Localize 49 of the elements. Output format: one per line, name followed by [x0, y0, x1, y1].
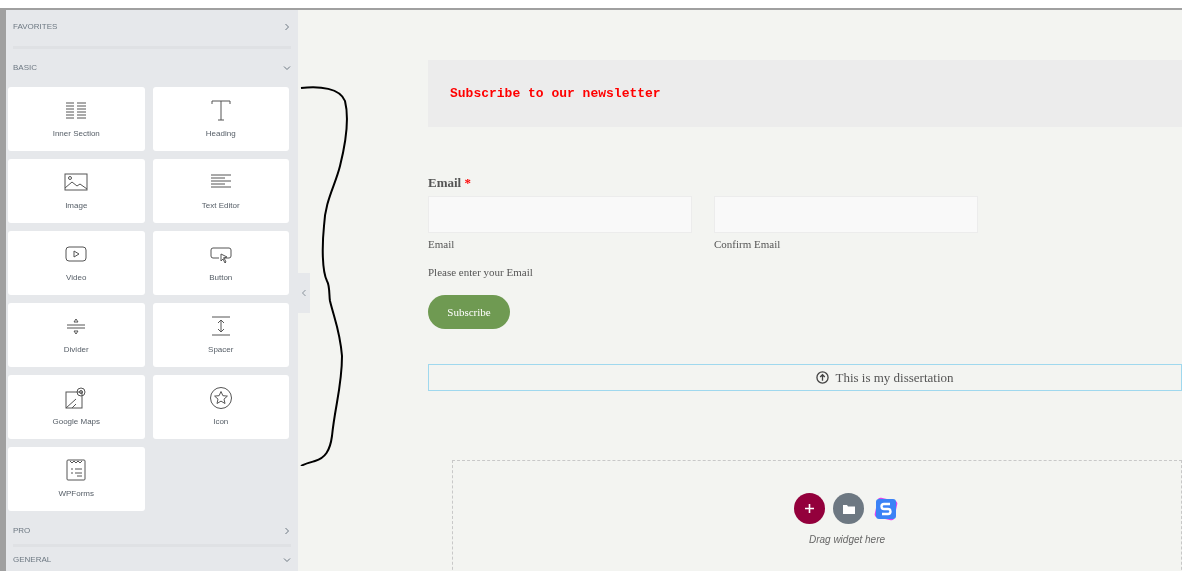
field-sublabel: Confirm Email — [714, 237, 782, 252]
add-section-button[interactable] — [794, 493, 825, 524]
widget-label: Icon — [213, 416, 229, 428]
chevron-left-icon — [301, 289, 307, 297]
widget-label: WPForms — [58, 488, 95, 500]
image-icon — [64, 170, 89, 194]
widget-label: Text Editor — [201, 200, 240, 212]
field-hint: Please enter your Email — [428, 264, 534, 280]
widget-label: Google Maps — [52, 416, 101, 428]
plus-icon — [804, 503, 815, 514]
widget-tile[interactable]: Google Maps — [8, 375, 145, 439]
category-title: BASIC — [13, 62, 37, 74]
chevron-down-icon[interactable] — [283, 556, 291, 564]
widget-tile[interactable]: Spacer — [152, 303, 289, 367]
widget-label: Divider — [63, 344, 89, 356]
category-title: GENERAL — [13, 554, 52, 566]
widget-label: Spacer — [208, 344, 234, 356]
widget-label: Video — [66, 272, 87, 284]
widget-tile[interactable]: WPForms — [8, 447, 145, 511]
widget-label: Image — [65, 200, 88, 212]
widget-tile[interactable]: Text Editor — [152, 159, 289, 223]
chevron-right-icon[interactable] — [283, 527, 291, 535]
widget-tile[interactable]: Video — [8, 231, 145, 295]
chevron-right-icon[interactable] — [283, 23, 291, 31]
add-template-button[interactable] — [833, 493, 864, 524]
form-icon — [64, 458, 89, 482]
newsletter-heading: Subscribe to our newsletter — [450, 84, 661, 103]
widget-tile[interactable]: Button — [152, 231, 289, 295]
folder-icon — [842, 503, 855, 514]
widget-label: Button — [209, 272, 233, 284]
text-t-icon — [208, 98, 233, 122]
drop-hint: Drag widget here — [808, 533, 886, 547]
widget-label: Heading — [205, 128, 236, 140]
collapse-handle[interactable] — [298, 273, 310, 313]
widget-tile[interactable]: Divider — [8, 303, 145, 367]
widget-tile[interactable]: Inner Section — [8, 87, 145, 151]
widget-label: Inner Section — [52, 128, 100, 140]
map-pin-icon — [64, 386, 89, 410]
email-label: Email * — [428, 175, 472, 191]
arrow-up-circle-icon — [816, 371, 830, 384]
field-sublabel: Email — [428, 237, 456, 252]
star-circle-icon — [208, 386, 233, 410]
widget-tile[interactable]: Image — [8, 159, 145, 223]
widget-tile[interactable]: Heading — [152, 87, 289, 151]
dissertation-text: This is my dissertation — [835, 368, 954, 387]
widget-tile[interactable]: Icon — [152, 375, 289, 439]
category-title: FAVORITES — [13, 21, 58, 33]
chevron-down-icon[interactable] — [283, 64, 291, 72]
category-title: PRO — [13, 525, 31, 537]
